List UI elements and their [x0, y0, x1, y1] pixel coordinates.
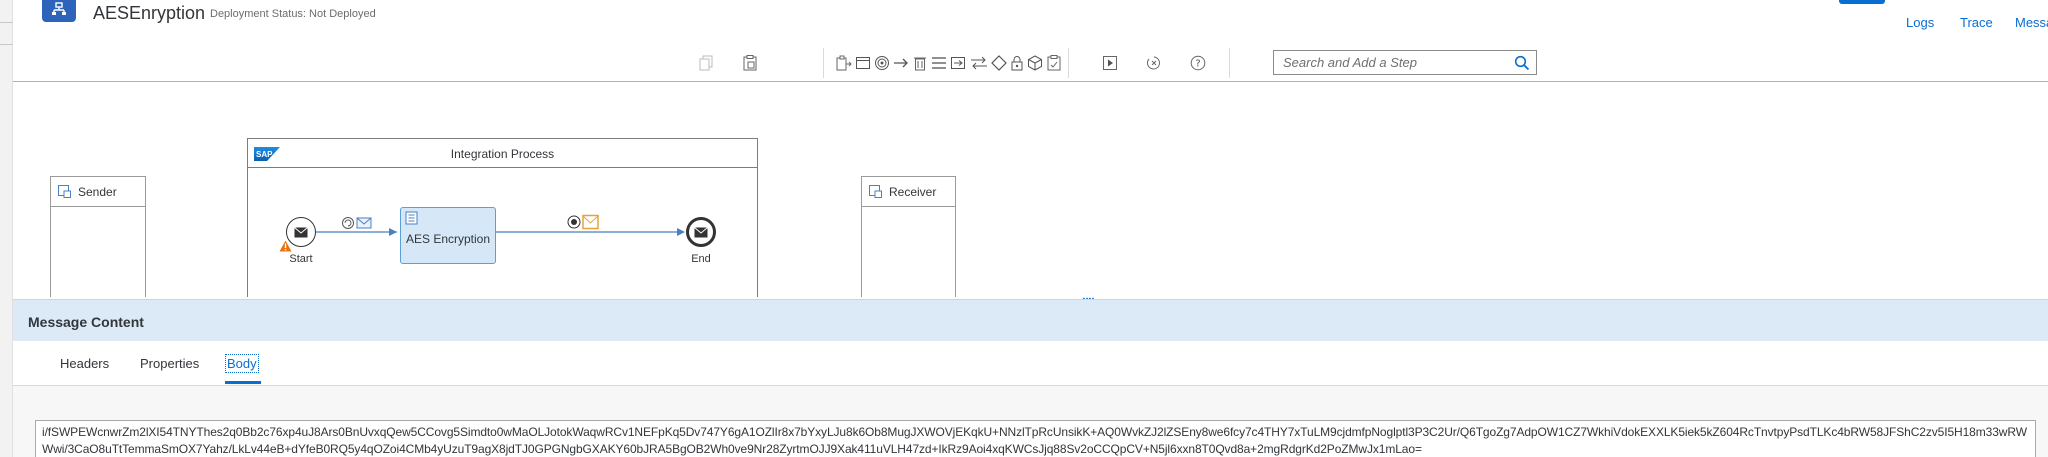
message-body-text[interactable]: i/fSWPEWcnwrZm2lXI54TNYThes2q0Bb2c76xp4u…	[42, 424, 2029, 457]
persistence-icon[interactable]	[1026, 54, 1044, 72]
envelope-icon	[294, 227, 308, 238]
validator-icon[interactable]	[1045, 54, 1063, 72]
copy-icon[interactable]	[697, 54, 715, 72]
events-icon[interactable]	[873, 54, 891, 72]
tab-body[interactable]: Body	[225, 354, 259, 373]
message-content-panel: Message Content Headers Properties Body …	[13, 299, 2048, 457]
messages-link[interactable]: Messa	[2015, 15, 2048, 30]
call-icon[interactable]	[970, 54, 988, 72]
end-message-indicator-icon	[567, 214, 599, 230]
simulation-run-icon[interactable]	[1101, 54, 1119, 72]
message-content-header: Message Content	[13, 300, 2048, 341]
paste-icon[interactable]	[741, 54, 759, 72]
arrow-head	[677, 228, 685, 236]
strip-divider	[0, 22, 13, 23]
strip-divider	[0, 44, 13, 45]
aes-encryption-step[interactable]: AES Encryption	[400, 207, 496, 264]
search-icon[interactable]	[1514, 55, 1530, 71]
warning-icon[interactable]	[279, 240, 292, 252]
toolbar-separator	[1229, 48, 1230, 78]
palette-toolbar: ?	[13, 44, 2048, 82]
page-title: AESEnryption	[93, 3, 206, 23]
participants-icon[interactable]	[835, 54, 853, 72]
left-panel-strip	[0, 0, 13, 457]
transformation-icon[interactable]	[949, 54, 967, 72]
arrow-head	[389, 228, 397, 236]
envelope-icon	[694, 227, 708, 238]
step-search-box[interactable]	[1273, 50, 1537, 75]
tab-headers[interactable]: Headers	[59, 355, 110, 372]
deployment-status: Deployment Status: Not Deployed	[210, 8, 376, 20]
script-icon	[405, 211, 418, 225]
start-message-indicator-icon	[342, 217, 372, 229]
routing-icon[interactable]	[990, 54, 1008, 72]
logs-link[interactable]: Logs	[1906, 15, 1934, 30]
end-event-label: End	[691, 253, 711, 265]
delete-icon[interactable]	[911, 54, 929, 72]
step-search-input[interactable]	[1274, 51, 1504, 74]
process-icon[interactable]	[854, 54, 872, 72]
integration-flow-icon	[42, 0, 76, 22]
security-icon[interactable]	[1008, 54, 1026, 72]
end-event[interactable]	[686, 217, 716, 247]
toolbar-separator	[823, 48, 824, 78]
connector-icon[interactable]	[892, 54, 910, 72]
active-tab-indicator	[225, 381, 261, 384]
message-body-box[interactable]: i/fSWPEWcnwrZm2lXI54TNYThes2q0Bb2c76xp4u…	[35, 420, 2036, 457]
help-icon[interactable]: ?	[1189, 54, 1207, 72]
mapping-icon[interactable]	[930, 54, 948, 72]
trace-link[interactable]: Trace	[1960, 15, 1993, 30]
edit-button[interactable]	[1839, 0, 1885, 4]
message-tabs: Headers Properties Body	[13, 341, 2048, 386]
integration-flow-canvas[interactable]: Sender Receiver SAP Integration Process	[13, 83, 2048, 297]
task-label: AES Encryption	[405, 232, 491, 246]
svg-text:?: ?	[1195, 59, 1200, 70]
message-content-title: Message Content	[28, 314, 144, 330]
start-event-label: Start	[289, 253, 313, 265]
tab-properties[interactable]: Properties	[139, 355, 200, 372]
toolbar-separator	[1068, 48, 1069, 78]
app-header: AESEnryption Deployment Status: Not Depl…	[13, 0, 2048, 44]
cancel-simulation-icon[interactable]	[1145, 54, 1163, 72]
